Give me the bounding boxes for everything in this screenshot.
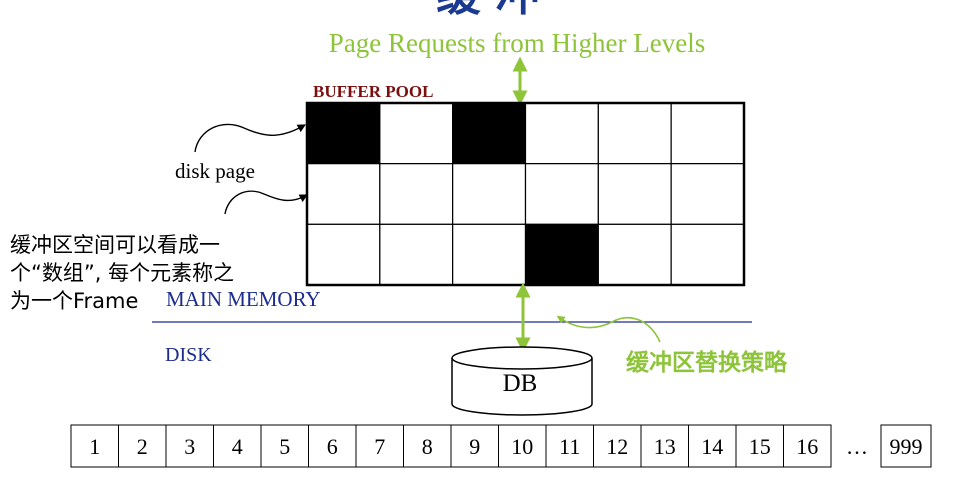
- replacement-policy-label: 缓冲区替换策略: [626, 349, 788, 376]
- replacement-policy-arrow: [556, 315, 661, 343]
- disk-page-number: 6: [327, 434, 338, 459]
- disk-page-number: 5: [279, 434, 290, 459]
- frame-note-line-3: 为一个Frame: [10, 289, 138, 313]
- buffer-frame-occupied: [452, 102, 527, 165]
- slide-title-fragment: 缓 冲: [436, 0, 539, 21]
- buffer-frame-empty: [306, 163, 381, 225]
- buffer-frame-empty: [306, 223, 381, 286]
- buffer-frame-empty: [524, 102, 599, 165]
- disk-page-number: 1: [89, 434, 100, 459]
- buffer-frame-empty: [670, 163, 745, 225]
- disk-page-number: 10: [511, 434, 533, 459]
- disk-page-number-last: 999: [890, 434, 923, 459]
- frame-note-line-1: 缓冲区空间可以看成一: [10, 233, 220, 257]
- disk-page-number: 15: [749, 434, 771, 459]
- buffer-frame-empty: [524, 163, 599, 225]
- disk-page-number: 3: [184, 434, 195, 459]
- buffer-frame-occupied: [524, 223, 599, 286]
- disk-page-number: 13: [654, 434, 676, 459]
- disk-page-arrow-bottom: [224, 190, 308, 215]
- buffer-frame-empty: [379, 223, 454, 286]
- disk-page-number: 14: [701, 434, 723, 459]
- disk-page-ellipsis: …: [846, 434, 868, 459]
- buffer-frame-empty: [597, 163, 672, 225]
- disk-label: DISK: [165, 344, 212, 366]
- buffer-frame-empty: [597, 102, 672, 165]
- frame-note-line-2: 个“数组”, 每个元素称之: [10, 261, 234, 285]
- disk-page-arrow-top: [194, 123, 306, 153]
- disk-page-strip: 1 2 3 4 5 6 7 8 9 10 11 12 13 14 15 16… 999: [70, 424, 932, 468]
- page-requests-label: Page Requests from Higher Levels: [329, 28, 705, 58]
- db-label: DB: [503, 370, 538, 397]
- buffer-frame-empty: [452, 223, 527, 286]
- disk-page-number: 7: [374, 434, 385, 459]
- buffer-pool-label: BUFFER POOL: [313, 82, 433, 101]
- buffer-frame-empty: [379, 163, 454, 225]
- disk-page-label: disk page: [175, 159, 255, 183]
- buffer-pool-diagram: 缓 冲 Page Requests from Higher Levels BUF…: [10, 0, 932, 468]
- disk-page-number: 4: [232, 434, 243, 459]
- main-memory-label: MAIN MEMORY: [166, 287, 321, 311]
- disk-page-number: 9: [469, 434, 480, 459]
- disk-page-number: 11: [559, 434, 580, 459]
- buffer-frame-occupied: [306, 102, 381, 165]
- buffer-frame-empty: [379, 102, 454, 165]
- buffer-frame-empty: [452, 163, 527, 225]
- buffer-frame-empty: [597, 223, 672, 286]
- disk-page-number: 2: [137, 434, 148, 459]
- disk-page-number: 8: [422, 434, 433, 459]
- database-cylinder: DB: [451, 346, 593, 416]
- disk-page-number: 16: [796, 434, 818, 459]
- buffer-frame-empty: [670, 223, 745, 286]
- disk-page-number: 12: [606, 434, 628, 459]
- buffer-pool-grid: [305, 101, 746, 287]
- buffer-frame-empty: [670, 102, 745, 165]
